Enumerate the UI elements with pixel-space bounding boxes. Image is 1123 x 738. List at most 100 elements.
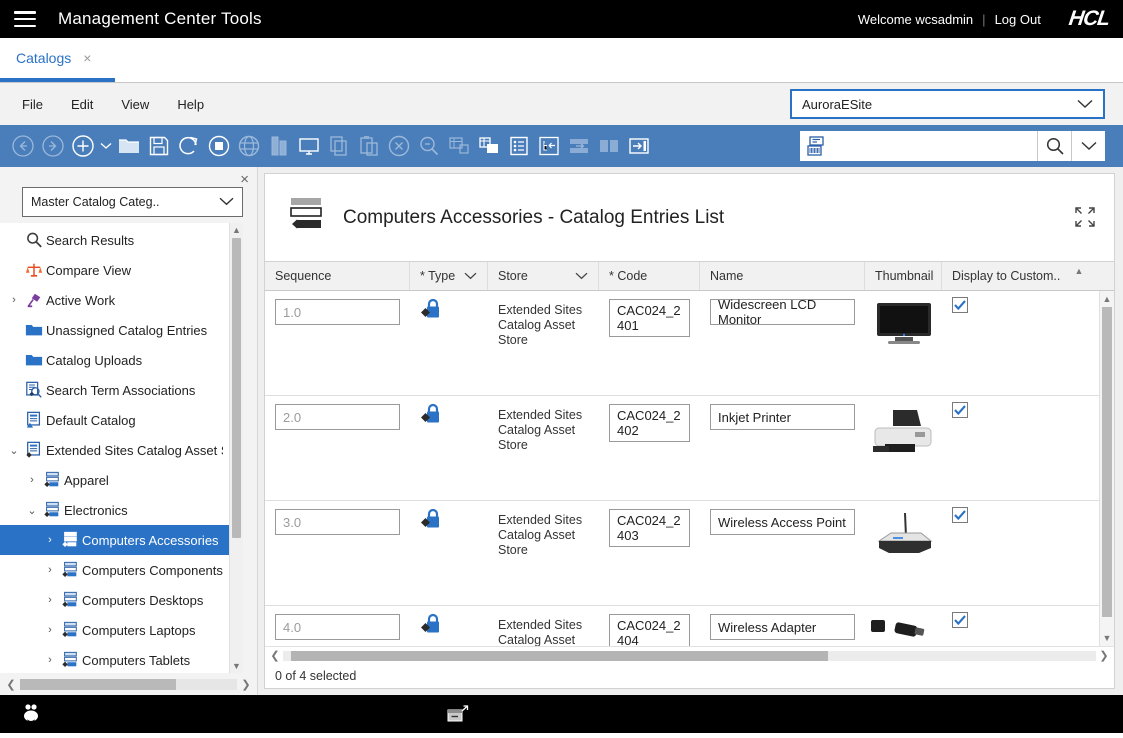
name-input[interactable]: Wireless Access Point bbox=[710, 509, 855, 535]
chevron-down-icon[interactable]: ⌄ bbox=[24, 504, 40, 517]
table-row[interactable]: 3.0Extended Sites Catalog Asset StoreCAC… bbox=[265, 501, 1099, 606]
tree-node-extended-sites-catalog-asset-s[interactable]: ⌄Extended Sites Catalog Asset S bbox=[0, 435, 229, 465]
table-row[interactable]: 1.0Extended Sites Catalog Asset StoreCAC… bbox=[265, 291, 1099, 396]
tree-node-default-catalog[interactable]: Default Catalog bbox=[0, 405, 229, 435]
new-dropdown-caret-icon[interactable] bbox=[98, 131, 114, 161]
scroll-down-icon[interactable]: ▼ bbox=[232, 659, 241, 673]
chevron-right-icon[interactable]: › bbox=[42, 654, 58, 666]
tab-catalogs[interactable]: Catalogs × bbox=[0, 38, 115, 82]
chevron-right-icon[interactable]: › bbox=[42, 564, 58, 576]
sequence-input[interactable]: 4.0 bbox=[275, 614, 400, 640]
code-input[interactable]: CAC024_2403 bbox=[609, 509, 690, 547]
chevron-right-icon[interactable]: › bbox=[42, 534, 58, 546]
tree-node-apparel[interactable]: ›Apparel bbox=[0, 465, 229, 495]
scroll-left-icon[interactable]: ❮ bbox=[2, 678, 20, 691]
swap-icon[interactable] bbox=[564, 131, 594, 161]
tree-node-catalog-uploads[interactable]: Catalog Uploads bbox=[0, 345, 229, 375]
compare-icon[interactable] bbox=[594, 131, 624, 161]
list-properties-icon[interactable] bbox=[504, 131, 534, 161]
display-to-customer-checkbox[interactable] bbox=[952, 402, 968, 418]
column-header-display-to-custom[interactable]: Display to Custom.. bbox=[942, 262, 1072, 290]
tree-horizontal-scrollbar[interactable]: ❮ ❯ bbox=[0, 673, 257, 695]
chevron-down-icon[interactable] bbox=[458, 269, 477, 283]
tree-filter-select[interactable]: Master Catalog Categ.. bbox=[22, 187, 243, 217]
scrollbar-thumb[interactable] bbox=[291, 651, 828, 661]
stop-icon[interactable] bbox=[204, 131, 234, 161]
code-input[interactable]: CAC024_2402 bbox=[609, 404, 690, 442]
scroll-up-icon[interactable]: ▲ bbox=[232, 223, 241, 237]
open-folder-icon[interactable] bbox=[114, 131, 144, 161]
sequence-input[interactable]: 2.0 bbox=[275, 404, 400, 430]
tree-node-active-work[interactable]: ›Active Work bbox=[0, 285, 229, 315]
search-input[interactable] bbox=[834, 133, 1037, 159]
column-header-sequence[interactable]: Sequence bbox=[265, 262, 410, 290]
chevron-right-icon[interactable]: › bbox=[42, 624, 58, 636]
tree-node-computers-accessories[interactable]: ›Computers Accessories bbox=[0, 525, 229, 555]
scroll-down-icon[interactable]: ▼ bbox=[1103, 630, 1112, 646]
logout-link[interactable]: Log Out bbox=[995, 12, 1041, 27]
tree-insert-icon[interactable] bbox=[534, 131, 564, 161]
sequence-input[interactable]: 1.0 bbox=[275, 299, 400, 325]
chevron-right-icon[interactable]: › bbox=[42, 594, 58, 606]
tree-node-computers-tablets[interactable]: ›Computers Tablets bbox=[0, 645, 229, 673]
grid-icon[interactable] bbox=[474, 131, 504, 161]
chevron-right-icon[interactable]: › bbox=[6, 294, 22, 306]
tree-node-electronics[interactable]: ⌄Electronics bbox=[0, 495, 229, 525]
tree-node-computers-desktops[interactable]: ›Computers Desktops bbox=[0, 585, 229, 615]
indent-icon[interactable] bbox=[624, 131, 654, 161]
code-input[interactable]: CAC024_2404 bbox=[609, 614, 690, 646]
paste-icon[interactable] bbox=[354, 131, 384, 161]
delete-icon[interactable] bbox=[384, 131, 414, 161]
column-header-store[interactable]: Store bbox=[488, 262, 599, 290]
store-selector[interactable]: AuroraESite bbox=[790, 89, 1105, 119]
find-icon[interactable] bbox=[414, 131, 444, 161]
table-insert-icon[interactable] bbox=[444, 131, 474, 161]
tree-node-search-term-associations[interactable]: Search Term Associations bbox=[0, 375, 229, 405]
chevron-down-icon[interactable] bbox=[569, 269, 588, 283]
expand-icon[interactable] bbox=[1074, 206, 1096, 231]
tree-node-computers-laptops[interactable]: ›Computers Laptops bbox=[0, 615, 229, 645]
menu-file[interactable]: File bbox=[8, 92, 57, 117]
refresh-icon[interactable] bbox=[174, 131, 204, 161]
column-header-thumbnail[interactable]: Thumbnail bbox=[865, 262, 942, 290]
scrollbar-thumb[interactable] bbox=[20, 679, 176, 690]
scrollbar-thumb[interactable] bbox=[232, 238, 241, 538]
name-input[interactable]: Widescreen LCD Monitor bbox=[710, 299, 855, 325]
scrollbar-track[interactable] bbox=[20, 679, 237, 690]
scroll-right-icon[interactable]: ❯ bbox=[1096, 649, 1112, 662]
column-header-name[interactable]: Name bbox=[700, 262, 865, 290]
restore-window-icon[interactable] bbox=[447, 705, 469, 728]
tree-node-computers-components[interactable]: ›Computers Components bbox=[0, 555, 229, 585]
monitor-icon[interactable] bbox=[294, 131, 324, 161]
column-header-code[interactable]: * Code bbox=[599, 262, 700, 290]
tree-node-compare-view[interactable]: Compare View bbox=[0, 255, 229, 285]
globe-icon[interactable] bbox=[234, 131, 264, 161]
display-to-customer-checkbox[interactable] bbox=[952, 507, 968, 523]
name-input[interactable]: Inkjet Printer bbox=[710, 404, 855, 430]
header-scroll-up-icon[interactable]: ▲ bbox=[1072, 262, 1086, 290]
close-icon[interactable]: × bbox=[83, 51, 91, 65]
display-to-customer-checkbox[interactable] bbox=[952, 612, 968, 628]
scroll-up-icon[interactable]: ▲ bbox=[1103, 291, 1112, 307]
name-input[interactable]: Wireless Adapter bbox=[710, 614, 855, 640]
scroll-right-icon[interactable]: ❯ bbox=[237, 678, 255, 691]
copy-icon[interactable] bbox=[324, 131, 354, 161]
table-row[interactable]: 4.0Extended Sites Catalog Asset StoreCAC… bbox=[265, 606, 1099, 646]
sequence-input[interactable]: 3.0 bbox=[275, 509, 400, 535]
grid-horizontal-scrollbar[interactable]: ❮ ❯ bbox=[265, 646, 1114, 664]
forward-icon[interactable] bbox=[38, 131, 68, 161]
tree-vertical-scrollbar[interactable]: ▲ ▼ bbox=[229, 223, 243, 673]
scroll-left-icon[interactable]: ❮ bbox=[267, 649, 283, 662]
tree-node-search-results[interactable]: Search Results bbox=[0, 225, 229, 255]
tree-node-unassigned-catalog-entries[interactable]: Unassigned Catalog Entries bbox=[0, 315, 229, 345]
back-icon[interactable] bbox=[8, 131, 38, 161]
hamburger-icon[interactable] bbox=[14, 11, 36, 27]
scrollbar-thumb[interactable] bbox=[1102, 307, 1112, 617]
app-icon[interactable] bbox=[18, 701, 44, 728]
menu-edit[interactable]: Edit bbox=[57, 92, 107, 117]
menu-help[interactable]: Help bbox=[163, 92, 218, 117]
chevron-down-icon[interactable]: ⌄ bbox=[6, 444, 22, 457]
display-to-customer-checkbox[interactable] bbox=[952, 297, 968, 313]
chart-icon[interactable] bbox=[264, 131, 294, 161]
chevron-right-icon[interactable]: › bbox=[24, 474, 40, 486]
